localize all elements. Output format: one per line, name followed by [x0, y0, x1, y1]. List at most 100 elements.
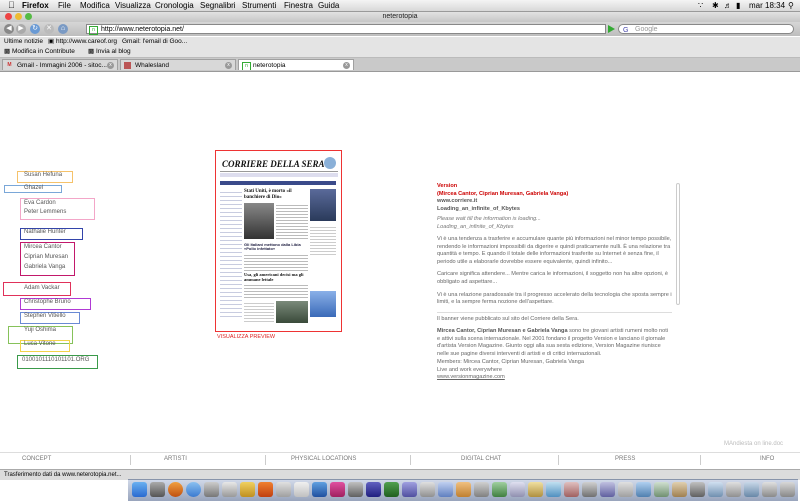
menu-finestra[interactable]: Finestra [284, 0, 313, 11]
ichat-icon[interactable] [222, 482, 237, 497]
project-site[interactable]: www.corriere.it [437, 198, 477, 204]
app-icon[interactable] [636, 482, 651, 497]
url-bar[interactable]: n http://www.neterotopia.net/ [86, 24, 606, 35]
trash-icon[interactable] [780, 482, 795, 497]
volume-icon[interactable]: ♬ [724, 0, 732, 11]
bookmark-gmail[interactable]: Gmail: l'email di Goo... [122, 37, 187, 47]
mail-icon[interactable] [204, 482, 219, 497]
dreamweaver-icon[interactable] [384, 482, 399, 497]
tab-gmail[interactable]: M Gmail - Immagini 2006 - sitoc... x [2, 59, 118, 70]
menu-file[interactable]: File [58, 0, 71, 11]
battery-icon[interactable]: ▮ [736, 0, 740, 11]
app-icon[interactable] [672, 482, 687, 497]
system-preferences-icon[interactable] [348, 482, 363, 497]
safari-icon[interactable] [186, 482, 201, 497]
wifi-icon[interactable]: ∵ [698, 0, 703, 11]
menu-clock[interactable]: mar 18:34 [749, 0, 785, 11]
finder-icon[interactable] [132, 482, 147, 497]
app-icon[interactable] [708, 482, 723, 497]
preview-app-icon[interactable] [276, 482, 291, 497]
vlc-icon[interactable] [258, 482, 273, 497]
word-icon[interactable] [420, 482, 435, 497]
tab-neterotopia[interactable]: n neterotopia x [238, 59, 354, 70]
firefox-icon[interactable] [168, 482, 183, 497]
artist-link[interactable]: Christophe Bruno [24, 299, 71, 305]
home-icon[interactable]: ⌂ [58, 24, 68, 34]
contribute-app-icon[interactable] [366, 482, 381, 497]
iphoto-icon[interactable] [330, 482, 345, 497]
forward-icon[interactable]: ▶ [16, 24, 26, 34]
text-scrollbar[interactable] [676, 183, 680, 305]
bookmark-ultime-notizie[interactable]: Ultime notizie [4, 37, 43, 47]
close-window-icon[interactable] [5, 13, 12, 20]
artist-link[interactable]: Eva Cardon [24, 200, 56, 206]
app-icon[interactable] [618, 482, 633, 497]
artist-link[interactable]: Nathalie Hunter [24, 229, 66, 235]
artist-link[interactable]: Susan Hefuna [24, 172, 62, 178]
version-magazine-link[interactable]: www.versionmagazine.com [437, 374, 505, 380]
artist-link[interactable]: Stephen Vitiello [24, 313, 66, 319]
nav-press[interactable]: PRESS [615, 456, 635, 462]
flash-icon[interactable] [456, 482, 471, 497]
bookmark-careof[interactable]: ▣ http://www.careof.org [48, 37, 117, 47]
tab-whalesland[interactable]: Whalesland x [120, 59, 236, 70]
menu-cronologia[interactable]: Cronologia [155, 0, 194, 11]
minimize-window-icon[interactable] [15, 13, 22, 20]
corriere-preview[interactable]: CORRIERE DELLA SERA Stati Uniti, è morto… [215, 150, 342, 332]
bookmark-invia-al-blog[interactable]: ▩ Invia al blog [88, 47, 131, 57]
artist-link[interactable]: Yuji Oshima [24, 327, 56, 333]
nav-physical-locations[interactable]: PHYSICAL LOCATIONS [291, 456, 356, 462]
menu-guida[interactable]: Guida [318, 0, 339, 11]
bookmark-contribute[interactable]: ▩ Modifica in Contribute [4, 47, 75, 57]
folder-icon[interactable] [762, 482, 777, 497]
excel-icon[interactable] [492, 482, 507, 497]
nav-concept[interactable]: CONCEPT [22, 456, 51, 462]
menu-segnalibri[interactable]: Segnalibri [200, 0, 236, 11]
stop-icon[interactable]: ✕ [44, 24, 54, 34]
search-input[interactable]: G Google [618, 24, 794, 34]
menu-app-name[interactable]: Firefox [22, 0, 49, 11]
photoshop-icon[interactable] [402, 482, 417, 497]
itunes-icon[interactable] [312, 482, 327, 497]
app-icon[interactable] [744, 482, 759, 497]
menu-modifica[interactable]: Modifica [80, 0, 110, 11]
artist-link[interactable]: Adam Vackar [24, 285, 60, 291]
app-icon[interactable] [690, 482, 705, 497]
artist-link[interactable]: Peter Lemmens [24, 209, 66, 215]
visualizza-preview-link[interactable]: VISUALIZZA PREVIEW [217, 334, 275, 340]
terminal-icon[interactable] [474, 482, 489, 497]
tab-close-icon[interactable]: x [225, 62, 232, 69]
artist-link[interactable]: Gabriela Vanga [24, 264, 65, 270]
nav-artisti[interactable]: ARTISTI [164, 456, 187, 462]
addressbook-icon[interactable] [240, 482, 255, 497]
app-icon[interactable] [726, 482, 741, 497]
tab-close-icon[interactable]: x [343, 62, 350, 69]
artist-link[interactable]: Ghazel [24, 185, 43, 191]
dashboard-icon[interactable] [150, 482, 165, 497]
spotlight-icon[interactable]: ⚲ [788, 0, 794, 11]
app-icon[interactable] [654, 482, 669, 497]
artist-link[interactable]: Luca Vitone [24, 341, 56, 347]
nav-digital-chat[interactable]: DIGITAL CHAT [461, 456, 501, 462]
app-icon[interactable] [564, 482, 579, 497]
apple-icon[interactable]:  [8, 0, 15, 11]
bluetooth-icon[interactable]: ✱ [712, 0, 719, 11]
textedit-icon[interactable] [438, 482, 453, 497]
menu-strumenti[interactable]: Strumenti [242, 0, 276, 11]
menu-visualizza[interactable]: Visualizza [115, 0, 151, 11]
app-icon[interactable] [528, 482, 543, 497]
app-icon[interactable] [600, 482, 615, 497]
app-icon[interactable] [582, 482, 597, 497]
go-arrow-icon[interactable] [608, 25, 615, 33]
reload-icon[interactable]: ↻ [30, 24, 40, 34]
artist-link[interactable]: 0100101110101101.ORG [22, 357, 89, 363]
google-search-icon[interactable]: G [623, 26, 628, 36]
app-icon[interactable] [546, 482, 561, 497]
artist-link[interactable]: Ciprian Muresan [24, 254, 68, 260]
tab-close-icon[interactable]: x [107, 62, 114, 69]
ical-icon[interactable] [294, 482, 309, 497]
app-icon[interactable] [510, 482, 525, 497]
zoom-window-icon[interactable] [25, 13, 32, 20]
artist-link[interactable]: Mircea Cantor [24, 244, 62, 250]
nav-info[interactable]: INFO [760, 456, 774, 462]
